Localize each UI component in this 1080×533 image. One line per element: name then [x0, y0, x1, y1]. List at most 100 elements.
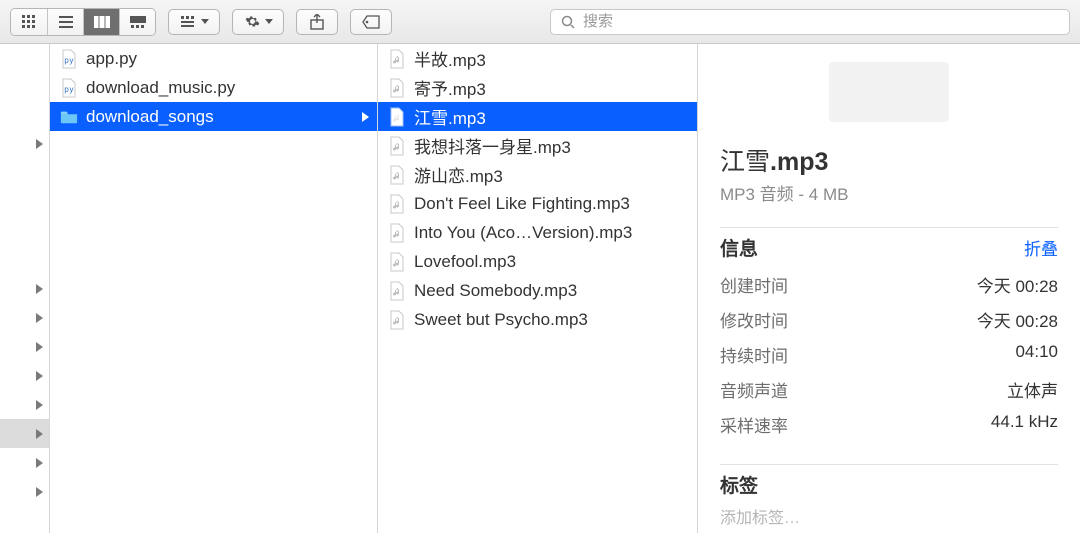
folder-row[interactable]: download_songs: [50, 102, 377, 131]
preview-thumbnail: [829, 62, 949, 122]
file-row[interactable]: Lovefool.mp3: [378, 247, 697, 276]
file-row[interactable]: py app.py: [50, 44, 377, 73]
tags-heading: 标签: [720, 471, 758, 498]
search-input[interactable]: [583, 13, 1061, 30]
file-name: app.py: [86, 49, 369, 69]
view-columns-button[interactable]: [83, 9, 119, 35]
preview-title: 江雪.mp3: [720, 142, 1058, 178]
file-name: 寄予.mp3: [414, 75, 689, 100]
svg-text:py: py: [64, 85, 74, 94]
preview-thumbnail-area: [720, 62, 1058, 140]
file-row[interactable]: 寄予.mp3: [378, 73, 697, 102]
file-name: Into You (Aco…Version).mp3: [414, 223, 689, 243]
info-row: 音频声道立体声: [720, 372, 1058, 407]
view-icons-button[interactable]: [11, 9, 47, 35]
file-name: download_music.py: [86, 78, 369, 98]
triangle-right-icon: [36, 284, 43, 294]
share-icon: [308, 11, 326, 33]
file-name: Lovefool.mp3: [414, 252, 689, 272]
file-name: Sweet but Psycho.mp3: [414, 310, 689, 330]
audio-file-icon: [388, 222, 406, 244]
gutter-marker[interactable]: [0, 332, 49, 361]
chevron-down-icon: [265, 19, 273, 24]
file-name: 游山恋.mp3: [414, 162, 689, 187]
info-row: 采样速率44.1 kHz: [720, 407, 1058, 442]
info-key: 创建时间: [720, 272, 788, 297]
file-row[interactable]: Sweet but Psycho.mp3: [378, 305, 697, 334]
chevron-down-icon: [201, 19, 209, 24]
collapse-button[interactable]: 折叠: [1024, 235, 1058, 260]
gutter-marker[interactable]: [0, 477, 49, 506]
gutter-marker[interactable]: [0, 390, 49, 419]
info-value: 04:10: [1015, 342, 1058, 367]
column-1: py app.py py download_music.py download_…: [50, 44, 378, 533]
audio-file-icon: [388, 48, 406, 70]
gutter-marker[interactable]: [0, 419, 49, 448]
audio-file-icon: [388, 164, 406, 186]
info-value: 今天 00:28: [977, 307, 1058, 332]
triangle-right-icon: [36, 429, 43, 439]
arrange-icon: [180, 11, 198, 33]
info-row: 修改时间今天 00:28: [720, 302, 1058, 337]
audio-file-icon: [388, 309, 406, 331]
file-row[interactable]: 游山恋.mp3: [378, 160, 697, 189]
tag-icon: [362, 11, 380, 33]
folder-name: download_songs: [86, 107, 354, 127]
file-name: Don't Feel Like Fighting.mp3: [414, 194, 689, 214]
triangle-right-icon: [36, 487, 43, 497]
file-row[interactable]: 江雪.mp3: [378, 102, 697, 131]
triangle-right-icon: [36, 313, 43, 323]
file-row[interactable]: Need Somebody.mp3: [378, 276, 697, 305]
share-button[interactable]: [296, 9, 338, 35]
gutter-marker[interactable]: [0, 303, 49, 332]
file-row[interactable]: Don't Feel Like Fighting.mp3: [378, 189, 697, 218]
arrange-button[interactable]: [168, 9, 220, 35]
triangle-right-icon: [36, 458, 43, 468]
gallery-icon: [129, 11, 147, 33]
add-tags-field[interactable]: 添加标签…: [720, 504, 1058, 528]
file-row[interactable]: 半故.mp3: [378, 44, 697, 73]
audio-file-icon: [388, 280, 406, 302]
gutter-marker[interactable]: [0, 158, 49, 187]
info-key: 持续时间: [720, 342, 788, 367]
preview-tags-section: 标签 添加标签…: [720, 464, 1058, 528]
gutter-marker[interactable]: [0, 100, 49, 129]
preview-title-base: 江雪: [720, 148, 770, 176]
python-file-icon: py: [60, 48, 78, 70]
gutter-marker[interactable]: [0, 245, 49, 274]
preview-pane: 江雪.mp3 MP3 音频 - 4 MB 信息 折叠 创建时间今天 00:28 …: [698, 44, 1080, 533]
search-icon: [559, 15, 577, 29]
gutter-marker[interactable]: [0, 187, 49, 216]
file-row[interactable]: 我想抖落一身星.mp3: [378, 131, 697, 160]
file-name: 江雪.mp3: [414, 104, 689, 129]
info-key: 音频声道: [720, 377, 788, 402]
gutter-marker[interactable]: [0, 274, 49, 303]
audio-file-icon: [388, 135, 406, 157]
main-area: py app.py py download_music.py download_…: [0, 44, 1080, 533]
triangle-right-icon: [36, 342, 43, 352]
audio-file-icon: [388, 251, 406, 273]
triangle-right-icon: [36, 400, 43, 410]
view-mode-group: [10, 8, 156, 36]
gutter-marker[interactable]: [0, 129, 49, 158]
folder-icon: [60, 106, 78, 128]
file-name: Need Somebody.mp3: [414, 281, 689, 301]
audio-file-icon: [388, 193, 406, 215]
gutter-marker[interactable]: [0, 361, 49, 390]
audio-file-icon: [388, 77, 406, 99]
preview-title-ext: .mp3: [770, 148, 828, 176]
file-row[interactable]: py download_music.py: [50, 73, 377, 102]
info-heading: 信息: [720, 234, 758, 261]
action-button[interactable]: [232, 9, 284, 35]
view-list-button[interactable]: [47, 9, 83, 35]
info-value: 今天 00:28: [977, 272, 1058, 297]
search-field[interactable]: [550, 9, 1070, 35]
gutter-marker[interactable]: [0, 216, 49, 245]
file-name: 半故.mp3: [414, 46, 689, 71]
file-name: 我想抖落一身星.mp3: [414, 133, 689, 158]
tags-button[interactable]: [350, 9, 392, 35]
view-gallery-button[interactable]: [119, 9, 155, 35]
file-row[interactable]: Into You (Aco…Version).mp3: [378, 218, 697, 247]
column-2: 半故.mp3 寄予.mp3 江雪.mp3 我想抖落一身星.mp3 游山恋.mp3…: [378, 44, 698, 533]
gutter-marker[interactable]: [0, 448, 49, 477]
